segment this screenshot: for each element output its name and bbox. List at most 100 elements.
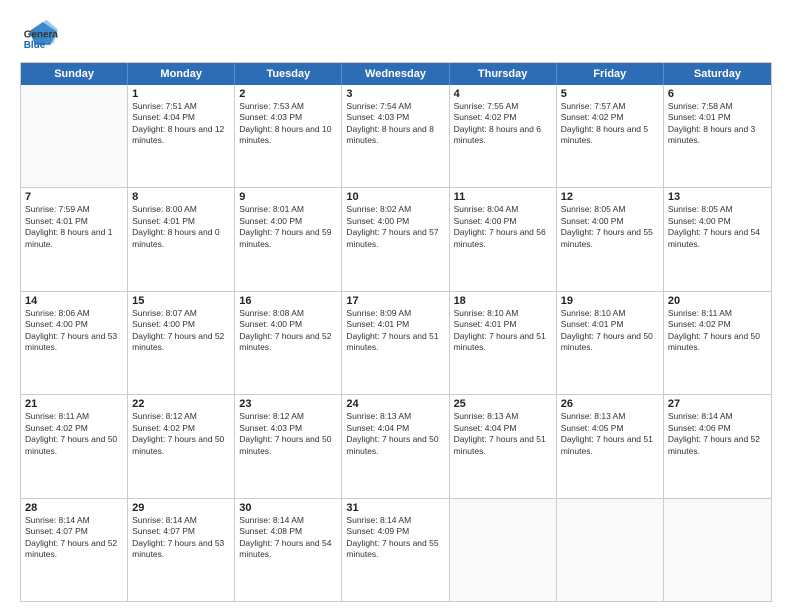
day-number: 13	[668, 191, 767, 203]
cell-info: Sunrise: 8:11 AM Sunset: 4:02 PM Dayligh…	[668, 308, 767, 354]
day-number: 1	[132, 88, 230, 100]
day-number: 17	[346, 295, 444, 307]
cell-info: Sunrise: 8:14 AM Sunset: 4:07 PM Dayligh…	[132, 515, 230, 561]
calendar-cell: 17Sunrise: 8:09 AM Sunset: 4:01 PM Dayli…	[342, 292, 449, 394]
calendar-cell: 13Sunrise: 8:05 AM Sunset: 4:00 PM Dayli…	[664, 188, 771, 290]
cell-info: Sunrise: 7:53 AM Sunset: 4:03 PM Dayligh…	[239, 101, 337, 147]
calendar-row-4: 28Sunrise: 8:14 AM Sunset: 4:07 PM Dayli…	[21, 498, 771, 601]
calendar-cell: 15Sunrise: 8:07 AM Sunset: 4:00 PM Dayli…	[128, 292, 235, 394]
calendar-cell	[450, 499, 557, 601]
header-cell-monday: Monday	[128, 63, 235, 85]
cell-info: Sunrise: 8:07 AM Sunset: 4:00 PM Dayligh…	[132, 308, 230, 354]
cell-info: Sunrise: 8:14 AM Sunset: 4:09 PM Dayligh…	[346, 515, 444, 561]
cell-info: Sunrise: 8:13 AM Sunset: 4:05 PM Dayligh…	[561, 411, 659, 457]
cell-info: Sunrise: 8:11 AM Sunset: 4:02 PM Dayligh…	[25, 411, 123, 457]
svg-text:General: General	[24, 29, 58, 40]
calendar-row-2: 14Sunrise: 8:06 AM Sunset: 4:00 PM Dayli…	[21, 291, 771, 394]
cell-info: Sunrise: 8:09 AM Sunset: 4:01 PM Dayligh…	[346, 308, 444, 354]
cell-info: Sunrise: 8:13 AM Sunset: 4:04 PM Dayligh…	[454, 411, 552, 457]
day-number: 12	[561, 191, 659, 203]
calendar-cell: 5Sunrise: 7:57 AM Sunset: 4:02 PM Daylig…	[557, 85, 664, 187]
header: General Blue	[20, 16, 772, 54]
calendar-cell: 9Sunrise: 8:01 AM Sunset: 4:00 PM Daylig…	[235, 188, 342, 290]
day-number: 5	[561, 88, 659, 100]
calendar-cell: 1Sunrise: 7:51 AM Sunset: 4:04 PM Daylig…	[128, 85, 235, 187]
cell-info: Sunrise: 8:12 AM Sunset: 4:02 PM Dayligh…	[132, 411, 230, 457]
cell-info: Sunrise: 8:04 AM Sunset: 4:00 PM Dayligh…	[454, 204, 552, 250]
calendar-cell: 7Sunrise: 7:59 AM Sunset: 4:01 PM Daylig…	[21, 188, 128, 290]
cell-info: Sunrise: 8:00 AM Sunset: 4:01 PM Dayligh…	[132, 204, 230, 250]
page: General Blue SundayMondayTuesdayWednesda…	[0, 0, 792, 612]
calendar-cell: 26Sunrise: 8:13 AM Sunset: 4:05 PM Dayli…	[557, 395, 664, 497]
cell-info: Sunrise: 8:14 AM Sunset: 4:08 PM Dayligh…	[239, 515, 337, 561]
day-number: 31	[346, 502, 444, 514]
cell-info: Sunrise: 8:05 AM Sunset: 4:00 PM Dayligh…	[668, 204, 767, 250]
calendar-cell: 30Sunrise: 8:14 AM Sunset: 4:08 PM Dayli…	[235, 499, 342, 601]
cell-info: Sunrise: 7:57 AM Sunset: 4:02 PM Dayligh…	[561, 101, 659, 147]
calendar-cell: 4Sunrise: 7:55 AM Sunset: 4:02 PM Daylig…	[450, 85, 557, 187]
cell-info: Sunrise: 8:14 AM Sunset: 4:07 PM Dayligh…	[25, 515, 123, 561]
day-number: 30	[239, 502, 337, 514]
day-number: 18	[454, 295, 552, 307]
logo-icon: General Blue	[20, 16, 58, 54]
calendar-cell: 3Sunrise: 7:54 AM Sunset: 4:03 PM Daylig…	[342, 85, 449, 187]
day-number: 23	[239, 398, 337, 410]
calendar-cell: 14Sunrise: 8:06 AM Sunset: 4:00 PM Dayli…	[21, 292, 128, 394]
calendar-cell: 28Sunrise: 8:14 AM Sunset: 4:07 PM Dayli…	[21, 499, 128, 601]
calendar-cell	[664, 499, 771, 601]
calendar-cell: 18Sunrise: 8:10 AM Sunset: 4:01 PM Dayli…	[450, 292, 557, 394]
calendar-cell: 2Sunrise: 7:53 AM Sunset: 4:03 PM Daylig…	[235, 85, 342, 187]
day-number: 2	[239, 88, 337, 100]
day-number: 4	[454, 88, 552, 100]
header-cell-tuesday: Tuesday	[235, 63, 342, 85]
day-number: 28	[25, 502, 123, 514]
day-number: 7	[25, 191, 123, 203]
header-cell-thursday: Thursday	[450, 63, 557, 85]
calendar-cell: 16Sunrise: 8:08 AM Sunset: 4:00 PM Dayli…	[235, 292, 342, 394]
cell-info: Sunrise: 8:13 AM Sunset: 4:04 PM Dayligh…	[346, 411, 444, 457]
svg-text:Blue: Blue	[24, 40, 46, 51]
calendar-cell: 25Sunrise: 8:13 AM Sunset: 4:04 PM Dayli…	[450, 395, 557, 497]
day-number: 25	[454, 398, 552, 410]
calendar-cell: 20Sunrise: 8:11 AM Sunset: 4:02 PM Dayli…	[664, 292, 771, 394]
calendar-cell: 11Sunrise: 8:04 AM Sunset: 4:00 PM Dayli…	[450, 188, 557, 290]
day-number: 11	[454, 191, 552, 203]
calendar-cell: 19Sunrise: 8:10 AM Sunset: 4:01 PM Dayli…	[557, 292, 664, 394]
header-cell-friday: Friday	[557, 63, 664, 85]
calendar-cell: 12Sunrise: 8:05 AM Sunset: 4:00 PM Dayli…	[557, 188, 664, 290]
day-number: 20	[668, 295, 767, 307]
cell-info: Sunrise: 8:05 AM Sunset: 4:00 PM Dayligh…	[561, 204, 659, 250]
calendar-cell: 24Sunrise: 8:13 AM Sunset: 4:04 PM Dayli…	[342, 395, 449, 497]
calendar-header: SundayMondayTuesdayWednesdayThursdayFrid…	[21, 63, 771, 85]
calendar-cell	[557, 499, 664, 601]
day-number: 22	[132, 398, 230, 410]
calendar-row-3: 21Sunrise: 8:11 AM Sunset: 4:02 PM Dayli…	[21, 394, 771, 497]
calendar-cell: 23Sunrise: 8:12 AM Sunset: 4:03 PM Dayli…	[235, 395, 342, 497]
day-number: 8	[132, 191, 230, 203]
cell-info: Sunrise: 8:10 AM Sunset: 4:01 PM Dayligh…	[454, 308, 552, 354]
cell-info: Sunrise: 7:51 AM Sunset: 4:04 PM Dayligh…	[132, 101, 230, 147]
day-number: 21	[25, 398, 123, 410]
cell-info: Sunrise: 8:02 AM Sunset: 4:00 PM Dayligh…	[346, 204, 444, 250]
calendar-row-0: 1Sunrise: 7:51 AM Sunset: 4:04 PM Daylig…	[21, 85, 771, 187]
logo: General Blue	[20, 16, 58, 54]
calendar-cell: 29Sunrise: 8:14 AM Sunset: 4:07 PM Dayli…	[128, 499, 235, 601]
cell-info: Sunrise: 8:10 AM Sunset: 4:01 PM Dayligh…	[561, 308, 659, 354]
cell-info: Sunrise: 8:01 AM Sunset: 4:00 PM Dayligh…	[239, 204, 337, 250]
day-number: 27	[668, 398, 767, 410]
cell-info: Sunrise: 7:58 AM Sunset: 4:01 PM Dayligh…	[668, 101, 767, 147]
day-number: 16	[239, 295, 337, 307]
header-cell-saturday: Saturday	[664, 63, 771, 85]
cell-info: Sunrise: 7:55 AM Sunset: 4:02 PM Dayligh…	[454, 101, 552, 147]
day-number: 10	[346, 191, 444, 203]
calendar: SundayMondayTuesdayWednesdayThursdayFrid…	[20, 62, 772, 602]
calendar-row-1: 7Sunrise: 7:59 AM Sunset: 4:01 PM Daylig…	[21, 187, 771, 290]
cell-info: Sunrise: 8:12 AM Sunset: 4:03 PM Dayligh…	[239, 411, 337, 457]
cell-info: Sunrise: 7:54 AM Sunset: 4:03 PM Dayligh…	[346, 101, 444, 147]
day-number: 3	[346, 88, 444, 100]
calendar-cell: 27Sunrise: 8:14 AM Sunset: 4:06 PM Dayli…	[664, 395, 771, 497]
calendar-cell: 21Sunrise: 8:11 AM Sunset: 4:02 PM Dayli…	[21, 395, 128, 497]
day-number: 29	[132, 502, 230, 514]
day-number: 19	[561, 295, 659, 307]
cell-info: Sunrise: 8:06 AM Sunset: 4:00 PM Dayligh…	[25, 308, 123, 354]
